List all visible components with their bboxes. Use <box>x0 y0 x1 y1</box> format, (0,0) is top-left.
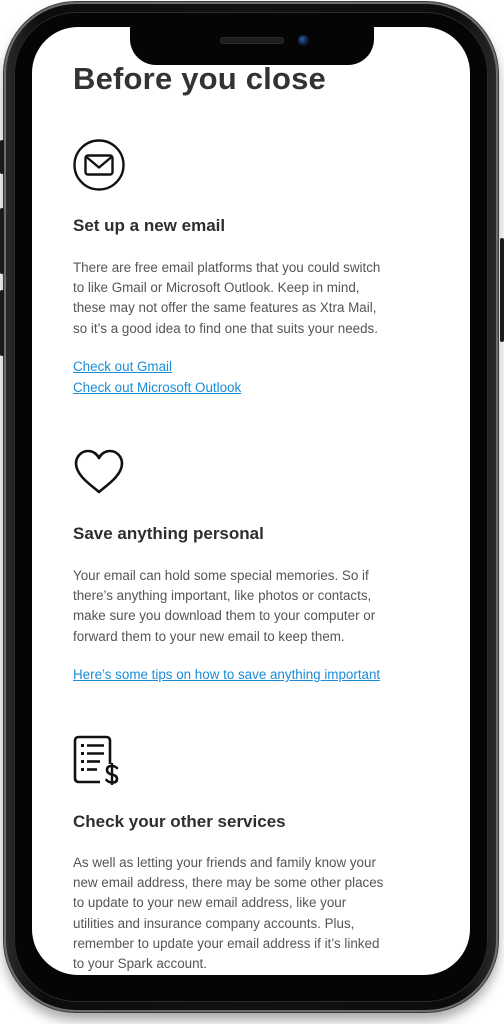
phone-screen: Before you close Set up a new email Ther… <box>32 27 470 975</box>
bill-list-icon <box>73 735 119 785</box>
section-body: As well as letting your friends and fami… <box>73 853 418 974</box>
envelope-icon <box>73 139 125 191</box>
side-button-left-top <box>0 140 4 174</box>
page-title: Before you close <box>73 61 327 96</box>
side-button-right <box>500 238 504 342</box>
camera-icon <box>298 35 309 46</box>
side-button-left-bottom <box>0 290 4 356</box>
body-line: Your email can hold some special memorie… <box>73 568 369 583</box>
body-line: As well as letting your friends and fami… <box>73 855 376 870</box>
body-line: to like Gmail or Microsoft Outlook. Keep… <box>73 280 360 296</box>
body-line: utilities and insurance company accounts… <box>73 915 355 931</box>
body-line: these may not offer the same features as… <box>73 300 377 316</box>
body-line: to your Spark account. <box>73 956 207 972</box>
body-line: there’s anything important, like photos … <box>73 588 372 604</box>
body-line: remember to update your email address if… <box>73 935 380 951</box>
body-line: so it’s a good idea to find one that sui… <box>73 320 378 336</box>
section-heading: Check your other services <box>73 812 286 831</box>
section-body: Your email can hold some special memorie… <box>73 566 418 647</box>
side-button-left-mid <box>0 208 4 274</box>
section-heading: Set up a new email <box>73 216 226 235</box>
section-body: There are free email platforms that you … <box>73 258 418 339</box>
body-line: make sure you download them to your comp… <box>73 608 376 624</box>
save-tips-link[interactable]: Here’s some tips on how to save anything… <box>73 667 380 682</box>
body-line: to update to your new email address, lik… <box>73 895 347 911</box>
phone-notch <box>130 27 374 65</box>
section-heading: Save anything personal <box>73 524 264 543</box>
body-line: forward them to your new email to keep t… <box>73 628 345 644</box>
outlook-link[interactable]: Check out Microsoft Outlook <box>73 380 241 395</box>
body-line: There are free email platforms that you … <box>73 260 381 275</box>
heart-icon <box>74 449 124 494</box>
gmail-link[interactable]: Check out Gmail <box>73 359 172 374</box>
speaker-grille <box>220 37 284 44</box>
body-line: new email address, there may be some oth… <box>73 875 384 891</box>
